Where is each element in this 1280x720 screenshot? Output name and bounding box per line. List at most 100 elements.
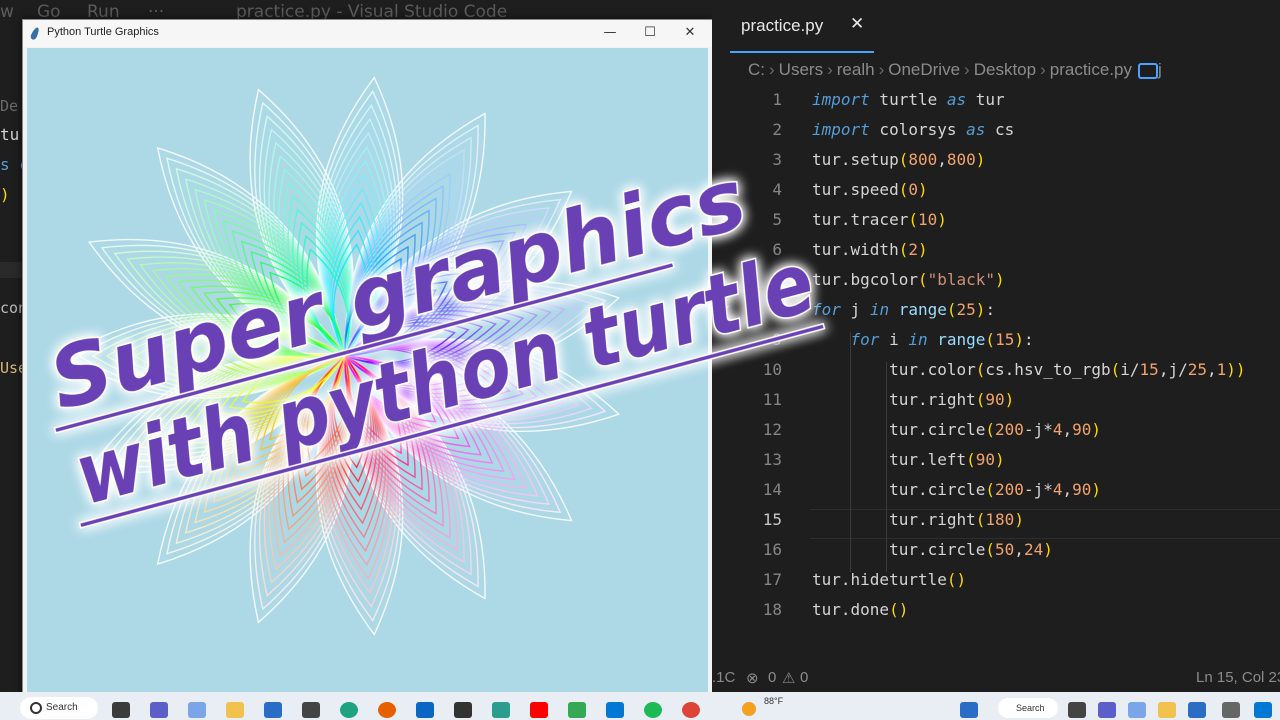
- start-icon[interactable]: [960, 702, 978, 718]
- minimize-button[interactable]: —: [595, 23, 625, 43]
- app-a-icon[interactable]: [1222, 702, 1240, 718]
- chevron-right-icon: ›: [1040, 60, 1046, 79]
- line-number: 3: [772, 150, 782, 169]
- line-number: 13: [762, 450, 782, 469]
- code-line[interactable]: tur.circle(50,24): [812, 540, 1053, 559]
- tab-close-icon[interactable]: ✕: [850, 14, 864, 34]
- code-line[interactable]: for j in range(25):: [812, 300, 995, 319]
- chevron-right-icon: ›: [769, 60, 775, 79]
- breadcrumb-item[interactable]: Desktop: [974, 60, 1036, 79]
- chrome-icon[interactable]: [682, 702, 700, 718]
- code-line[interactable]: import turtle as tur: [812, 90, 1005, 109]
- code-line[interactable]: tur.right(90): [812, 390, 1014, 409]
- fragment: tur: [0, 125, 24, 144]
- breadcrumb-item[interactable]: Users: [779, 60, 823, 79]
- taskbar-search-right[interactable]: Search: [998, 698, 1058, 718]
- weather-icon[interactable]: [742, 702, 756, 716]
- firefox-icon[interactable]: [378, 702, 396, 718]
- menu-fragment[interactable]: w: [0, 2, 14, 22]
- fragment: s c: [0, 155, 24, 174]
- turtle-window[interactable]: Python Turtle Graphics — ☐ ✕: [22, 19, 713, 701]
- snip-icon[interactable]: [188, 702, 206, 718]
- code-line[interactable]: tur.speed(0): [812, 180, 928, 199]
- edge-icon[interactable]: [340, 702, 358, 718]
- chevron-right-icon: ›: [878, 60, 885, 79]
- app-w-icon[interactable]: [492, 702, 510, 718]
- code-line[interactable]: tur.setup(800,800): [812, 150, 985, 169]
- terminal-icon[interactable]: [454, 702, 472, 718]
- breadcrumb-item[interactable]: C:: [748, 60, 765, 79]
- youtube-icon[interactable]: [530, 702, 548, 718]
- line-number: 11: [762, 390, 782, 409]
- line-number: 9: [772, 330, 782, 349]
- tab-label: practice.py: [741, 16, 824, 35]
- symbol-icon: [1137, 62, 1158, 79]
- cursor-position[interactable]: Ln 15, Col 23: [1196, 669, 1280, 686]
- code-line[interactable]: tur.width(2): [812, 240, 928, 259]
- code-line[interactable]: tur.tracer(10): [812, 210, 947, 229]
- error-count[interactable]: 0: [768, 669, 776, 686]
- task-view-icon[interactable]: [1068, 702, 1086, 718]
- line-number: 1: [772, 90, 782, 109]
- code-line[interactable]: tur.right(180): [812, 510, 1024, 529]
- line-number: 16: [762, 540, 782, 559]
- store-icon[interactable]: [1188, 702, 1206, 718]
- code-line[interactable]: tur.color(cs.hsv_to_rgb(i/15,j/25,1)): [812, 360, 1245, 379]
- python-feather-icon: [29, 26, 41, 41]
- line-number: 2: [772, 120, 782, 139]
- line-number: 6: [772, 240, 782, 259]
- breadcrumb: C: › Users › realh › OneDrive › Desktop › practice…: [748, 60, 1162, 80]
- chevron-right-icon: ›: [964, 60, 970, 79]
- turtle-title-bar[interactable]: Python Turtle Graphics — ☐ ✕: [23, 20, 712, 47]
- line-number: 12: [762, 420, 782, 439]
- app-icon[interactable]: [302, 702, 320, 718]
- divider: [0, 262, 24, 278]
- close-button[interactable]: ✕: [675, 23, 705, 43]
- warning-icon[interactable]: ⚠: [782, 669, 795, 687]
- code-line[interactable]: tur.left(90): [812, 450, 1005, 469]
- spotify-icon[interactable]: [644, 702, 662, 718]
- code-line[interactable]: for i in range(15):: [812, 330, 1034, 349]
- breadcrumb-item[interactable]: practice.py: [1050, 60, 1132, 79]
- file-explorer-icon[interactable]: [226, 702, 244, 718]
- code-line[interactable]: import colorsys as cs: [812, 120, 1014, 139]
- snip-icon[interactable]: [1128, 702, 1146, 718]
- code-line[interactable]: tur.circle(200-j*4,90): [812, 420, 1101, 439]
- breadcrumb-item[interactable]: j: [1158, 60, 1162, 79]
- fragment: ): [0, 185, 10, 204]
- teams-icon[interactable]: [150, 702, 168, 718]
- maximize-button[interactable]: ☐: [635, 23, 665, 43]
- left-editor-strip: De tur s c ) con Use: [0, 22, 24, 692]
- code-line[interactable]: tur.hideturtle(): [812, 570, 966, 589]
- code-editor: practice.py ✕ C: › Users › realh › OneDrive › De…: [712, 0, 1280, 692]
- turtle-canvas: [27, 48, 708, 696]
- teams-icon[interactable]: [1098, 702, 1116, 718]
- code-line[interactable]: tur.circle(200-j*4,90): [812, 480, 1101, 499]
- breadcrumb-item[interactable]: realh: [837, 60, 875, 79]
- tab-practice-py[interactable]: practice.py ✕: [730, 0, 874, 53]
- taskbar: Search 88°F Search: [0, 692, 1280, 720]
- fragment: Use: [0, 359, 24, 377]
- code-line[interactable]: tur.done(): [812, 600, 908, 619]
- weather-temp[interactable]: 88°F: [764, 696, 783, 706]
- task-view-icon[interactable]: [112, 702, 130, 718]
- error-icon[interactable]: ⊗: [746, 669, 759, 687]
- status-fragment: .1C: [712, 669, 736, 686]
- store-icon[interactable]: [264, 702, 282, 718]
- warning-count[interactable]: 0: [800, 669, 808, 686]
- line-number: 7: [772, 270, 782, 289]
- file-explorer-icon[interactable]: [1158, 702, 1176, 718]
- chevron-right-icon: ›: [827, 60, 833, 79]
- breadcrumb-item[interactable]: OneDrive: [888, 60, 960, 79]
- status-bar: .1C ⊗ 0 ⚠ 0 Ln 15, Col 23: [712, 665, 1280, 693]
- vscode-icon[interactable]: [606, 702, 624, 718]
- line-number: 17: [762, 570, 782, 589]
- linkedin-icon[interactable]: [416, 702, 434, 718]
- play-store-icon[interactable]: [568, 702, 586, 718]
- app-icon[interactable]: [1254, 702, 1272, 718]
- turtle-window-title: Python Turtle Graphics: [47, 26, 159, 38]
- line-number: 15: [762, 510, 782, 529]
- taskbar-search[interactable]: Search: [20, 697, 98, 719]
- code-line[interactable]: tur.bgcolor("black"): [812, 270, 1005, 289]
- line-number: 8: [772, 300, 782, 319]
